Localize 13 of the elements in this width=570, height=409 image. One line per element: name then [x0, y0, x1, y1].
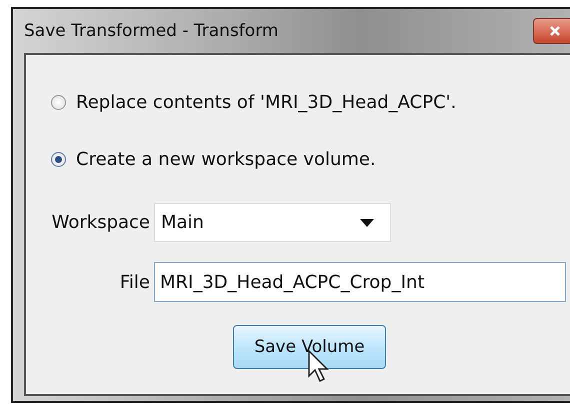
workspace-label: Workspace — [50, 212, 150, 233]
close-icon — [549, 25, 561, 37]
save-volume-button[interactable]: Save Volume — [233, 325, 386, 369]
radio-button[interactable] — [51, 94, 66, 110]
close-button[interactable] — [533, 18, 570, 44]
radio-label: Create a new workspace volume. — [76, 148, 376, 170]
workspace-dropdown[interactable]: Main — [154, 203, 391, 242]
radio-button[interactable] — [51, 152, 66, 166]
dropdown-arrow-icon — [360, 218, 374, 226]
window-title: Save Transformed - Transform — [24, 21, 278, 41]
file-name-field[interactable]: MRI_3D_Head_ACPC_Crop_Int — [154, 262, 566, 302]
radio-label: Replace contents of 'MRI_3D_Head_ACPC'. — [76, 92, 456, 112]
file-label: File — [118, 272, 150, 292]
